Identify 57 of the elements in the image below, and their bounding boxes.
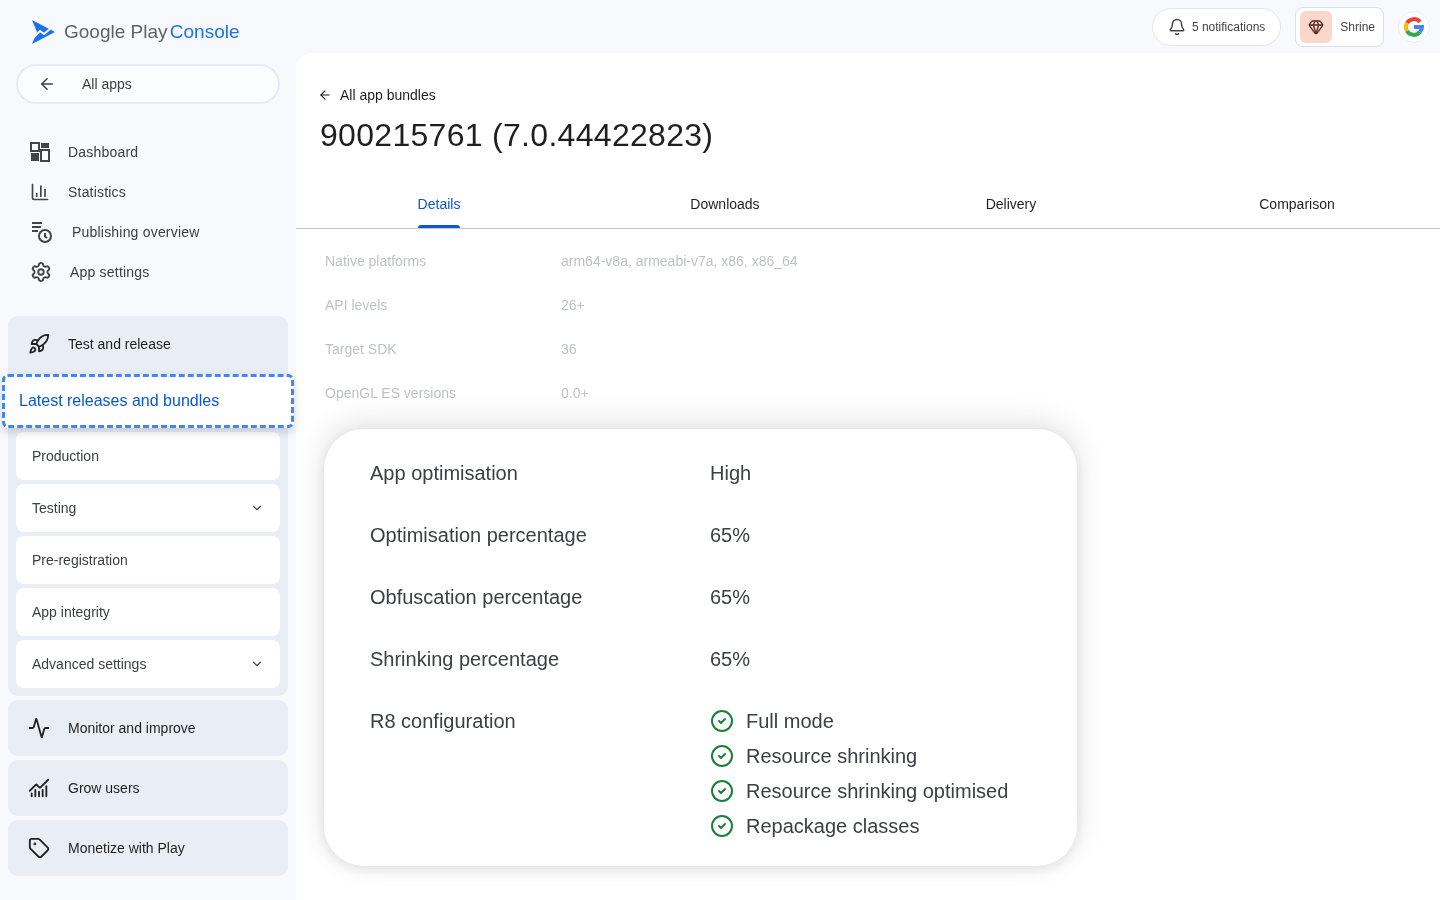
check-label: Repackage classes [746,814,920,839]
google-logo-icon [1404,16,1424,37]
tab[interactable]: Comparison [1154,180,1440,228]
bell-icon [1167,17,1186,36]
nav-subitem[interactable]: Testing [16,484,280,532]
nav-group-header[interactable]: Grow users [8,760,288,816]
nav-item[interactable]: App settings [8,252,288,292]
nav-subitem[interactable]: App integrity [16,588,280,636]
publish-icon [30,220,54,244]
notifications-button[interactable]: 5 notifications [1151,7,1282,46]
app-switcher-button[interactable]: Shrine [1295,6,1384,47]
card-value: 65% [710,647,751,672]
page-title: 900215761 (7.0.44422823) [320,117,715,154]
check-label: Resource shrinking [746,744,918,769]
tab[interactable]: Details [296,180,582,228]
account-button[interactable] [1398,10,1430,43]
detail-label: OpenGL ES versions [325,385,457,403]
card-label: R8 configuration [370,709,517,734]
detail-value: 26+ [561,297,585,315]
tab[interactable]: Delivery [868,180,1154,228]
card-value: High [710,461,752,486]
detail-value: 36 [561,341,577,359]
detail-value: 0.0+ [561,385,589,403]
nav-group-header[interactable]: Monitor and improve [8,700,288,756]
nav-subitem[interactable]: Advanced settings [16,640,280,688]
card-label: Optimisation percentage [370,523,588,548]
grow-icon [28,777,50,799]
check-label: Full mode [746,709,834,734]
monitor-icon [28,717,50,739]
detail-label: Target SDK [325,341,398,359]
brand-name: Google PlayConsole [64,21,240,43]
back-link[interactable]: All app bundles [318,87,1440,103]
dashboard-icon [30,142,50,162]
card-value: 65% [710,585,751,610]
tag-icon [28,837,50,859]
nav-subitem[interactable]: Pre-registration [16,536,280,584]
settings-icon [30,261,52,283]
stats-icon [30,182,50,202]
app-icon [1300,10,1333,43]
card-value: 65% [710,523,751,548]
detail-label: Native platforms [325,253,428,271]
nav-item[interactable]: Statistics [8,172,288,212]
nav-item[interactable]: Publishing overview [8,212,288,252]
check-label: Resource shrinking optimised [746,779,1009,804]
rocket-icon [28,333,50,355]
nav-subitem[interactable]: Latest releases and bundles [2,374,294,428]
detail-label: API levels [325,297,389,315]
nav-item[interactable]: Dashboard [8,132,288,172]
tab[interactable]: Downloads [582,180,868,228]
all-apps-button[interactable]: All apps [16,64,280,104]
card-label: Shrinking percentage [370,647,560,672]
logo-icon [30,19,56,45]
nav-group-header[interactable]: Monetize with Play [8,820,288,876]
detail-value: arm64-v8a, armeabi-v7a, x86, x86_64 [561,253,798,271]
card-label: App optimisation [370,461,519,486]
nav-subitem[interactable]: Production [16,432,280,480]
card-label: Obfuscation percentage [370,585,584,610]
